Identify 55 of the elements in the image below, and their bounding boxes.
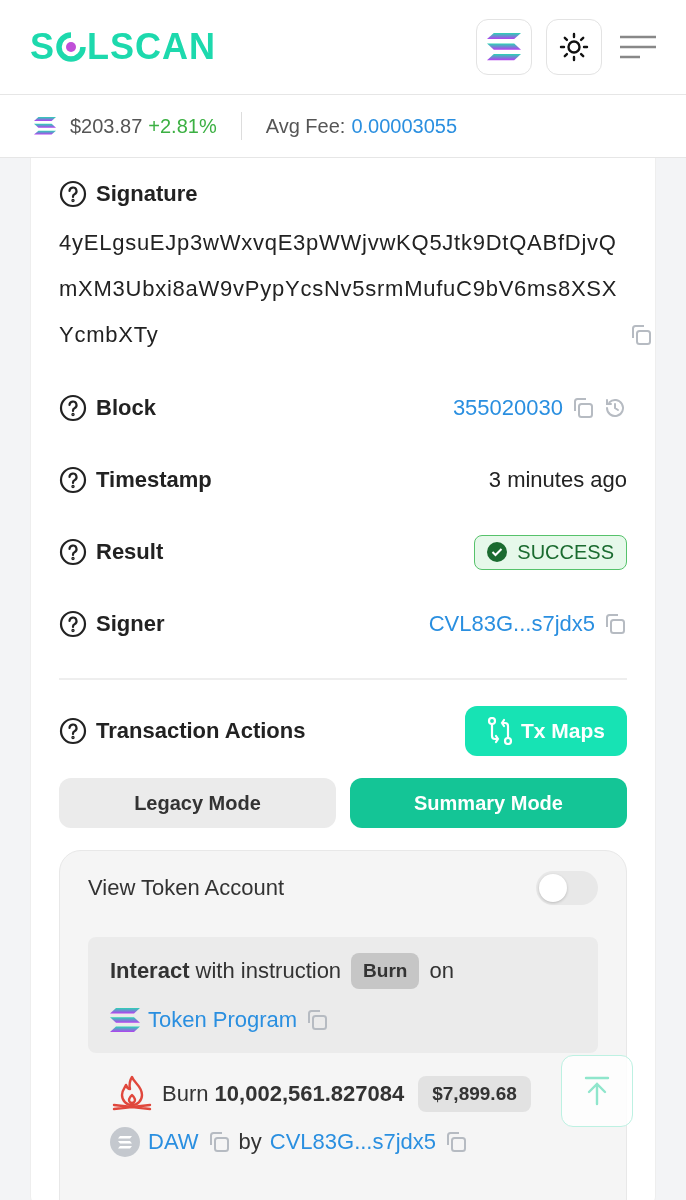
usd-value: $7,899.68	[418, 1076, 531, 1112]
help-icon[interactable]	[59, 717, 87, 745]
logo-text[interactable]: LSCAN	[87, 29, 216, 65]
copy-icon[interactable]	[603, 612, 627, 636]
menu-icon[interactable]	[620, 35, 656, 59]
owner-link[interactable]: CVL83G...s7jdx5	[269, 1129, 437, 1155]
route-icon	[486, 717, 513, 745]
field-label: Result	[96, 539, 164, 565]
history-icon[interactable]	[603, 396, 627, 420]
check-circle-icon	[487, 542, 508, 562]
field-value: 3 minutes ago	[488, 467, 627, 493]
sun-icon	[559, 32, 589, 62]
by-text: by	[238, 1129, 262, 1155]
copy-icon[interactable]	[629, 323, 653, 347]
sol-price: $203.87	[70, 114, 143, 138]
instruction-text: Interact with instruction	[110, 958, 342, 984]
fee-label: Avg Fee:	[265, 114, 346, 138]
section-title: Transaction Actions	[96, 718, 306, 744]
help-icon[interactable]	[59, 610, 87, 638]
help-icon[interactable]	[59, 466, 87, 494]
arrow-up-icon	[584, 1076, 610, 1106]
instruction-tag: Burn	[351, 953, 420, 989]
copy-icon[interactable]	[444, 1130, 469, 1154]
block-link[interactable]: 355020030	[452, 395, 563, 421]
instruction-text: on	[429, 958, 454, 984]
mode-tab[interactable]: Legacy Mode	[59, 778, 336, 828]
address-link[interactable]: CVL83G...s7jdx5	[428, 611, 595, 637]
field-label: Timestamp	[96, 467, 212, 493]
price-change: +2.81%	[148, 114, 217, 138]
fee-value: 0.00003055	[351, 114, 458, 138]
burn-amount: Burn 10,002,561.827084	[162, 1081, 405, 1107]
help-icon[interactable]	[59, 394, 87, 422]
token-icon	[110, 1127, 140, 1157]
field-label: Signer	[96, 611, 165, 637]
view-token-account-label: View Token Account	[88, 875, 285, 901]
copy-icon[interactable]	[571, 396, 595, 420]
logo-text[interactable]: S	[30, 29, 55, 65]
logo-ring-icon	[56, 32, 86, 62]
solana-icon	[34, 117, 56, 135]
help-icon[interactable]	[59, 180, 87, 208]
solana-icon	[110, 1008, 140, 1032]
status-badge: SUCCESS	[474, 534, 627, 570]
field-label: Block	[96, 395, 156, 421]
network-button[interactable]	[476, 19, 532, 75]
fire-icon	[110, 1075, 154, 1113]
help-icon[interactable]	[59, 538, 87, 566]
token-link[interactable]: DAW	[148, 1129, 199, 1155]
field-label: Signature	[96, 181, 198, 207]
tx-maps-button[interactable]: Tx Maps	[464, 706, 627, 756]
signature-value: 4yELgsuEJp3wWxvqE3pWWjvwKQ5Jtk9DtQABfDjvQmXM3Ubxi8aW9vPypYcsNv5srmMufuC9bV6ms8XSXYcmbXTy	[59, 229, 619, 349]
mode-tab[interactable]: Summary Mode	[350, 778, 627, 828]
theme-button[interactable]	[546, 19, 602, 75]
program-link[interactable]: Token Program	[148, 1007, 298, 1033]
toggle-switch[interactable]	[536, 871, 598, 905]
solana-icon	[487, 33, 521, 61]
